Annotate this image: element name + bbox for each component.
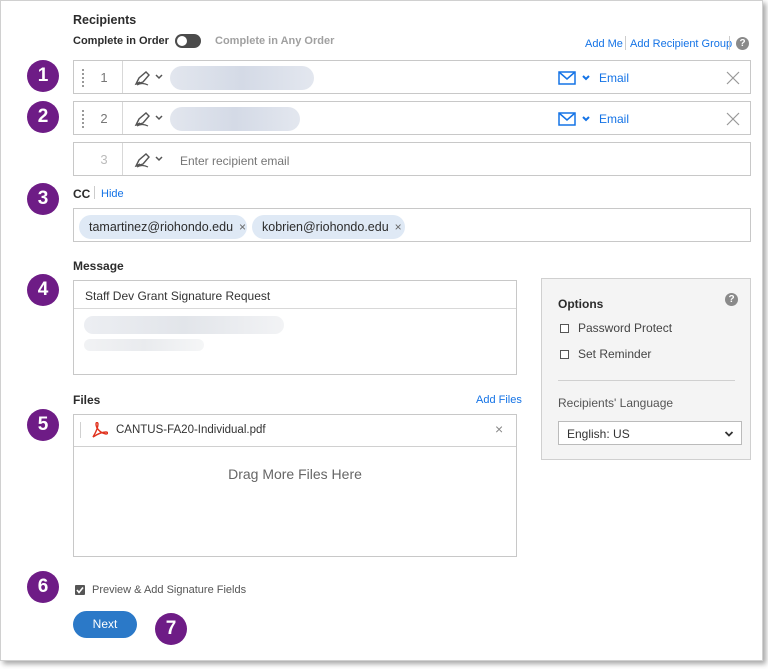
chevron-down-icon[interactable]: [581, 114, 591, 124]
password-protect-checkbox[interactable]: [560, 324, 569, 333]
close-icon[interactable]: [726, 71, 740, 85]
remove-icon[interactable]: ×: [239, 220, 246, 234]
add-me-link[interactable]: Add Me: [585, 38, 623, 50]
pdf-icon: [92, 422, 108, 438]
complete-any-order-label[interactable]: Complete in Any Order: [215, 35, 334, 47]
files-label: Files: [73, 393, 101, 407]
recipient-email-input[interactable]: [178, 150, 582, 172]
step-badge-5: 5: [27, 409, 59, 441]
divider: [74, 446, 516, 447]
language-label: Recipients' Language: [558, 396, 674, 410]
drag-handle[interactable]: [80, 422, 81, 438]
divider: [729, 36, 730, 50]
step-badge-3: 3: [27, 183, 59, 215]
file-name[interactable]: CANTUS-FA20-Individual.pdf: [116, 424, 266, 436]
preview-label[interactable]: Preview & Add Signature Fields: [92, 584, 246, 596]
chevron-down-icon[interactable]: [154, 113, 164, 123]
recipient-email-redacted[interactable]: [170, 66, 314, 90]
cc-label: CC: [73, 187, 91, 201]
agreement-panel: Recipients Complete in Order Complete in…: [0, 0, 763, 661]
recipient-number: 3: [100, 152, 108, 167]
step-badge-4: 4: [27, 274, 59, 306]
chevron-down-icon[interactable]: [581, 73, 591, 83]
message-label: Message: [73, 259, 124, 273]
language-select[interactable]: English: US: [558, 421, 742, 445]
recipient-email-redacted[interactable]: [170, 107, 300, 131]
checkmark-icon: [76, 587, 84, 594]
set-reminder-label[interactable]: Set Reminder: [578, 347, 651, 361]
recipients-title: Recipients: [73, 13, 137, 27]
files-box: CANTUS-FA20-Individual.pdf × Drag More F…: [73, 414, 517, 557]
auth-method-label[interactable]: Email: [599, 61, 629, 95]
recipient-row[interactable]: 1 Email: [73, 60, 751, 94]
signer-role-icon[interactable]: [134, 111, 152, 127]
recipient-number: 1: [100, 70, 108, 85]
add-recipient-group-link[interactable]: Add Recipient Group: [630, 38, 732, 50]
message-body-redacted[interactable]: [84, 316, 284, 334]
divider: [122, 102, 123, 134]
close-icon[interactable]: [726, 112, 740, 126]
step-badge-1: 1: [27, 60, 59, 92]
signer-role-icon[interactable]: [134, 152, 152, 168]
auth-method-label[interactable]: Email: [599, 102, 629, 136]
recipient-row[interactable]: 2 Email: [73, 101, 751, 135]
next-button[interactable]: Next: [73, 611, 137, 638]
message-box: Staff Dev Grant Signature Request: [73, 280, 517, 375]
drag-handle[interactable]: [82, 110, 86, 128]
order-toggle[interactable]: [175, 34, 201, 48]
message-subject[interactable]: Staff Dev Grant Signature Request: [85, 289, 270, 303]
cc-chip[interactable]: kobrien@riohondo.edu ×: [252, 215, 405, 239]
help-icon[interactable]: ?: [725, 293, 738, 306]
step-badge-6: 6: [27, 571, 59, 603]
step-badge-7: 7: [155, 613, 187, 645]
options-title: Options: [558, 297, 604, 311]
divider: [94, 186, 95, 199]
email-icon[interactable]: [558, 71, 576, 85]
add-files-link[interactable]: Add Files: [476, 394, 522, 406]
divider: [558, 380, 735, 381]
drop-zone-text[interactable]: Drag More Files Here: [74, 466, 516, 482]
set-reminder-checkbox[interactable]: [560, 350, 569, 359]
hide-cc-link[interactable]: Hide: [101, 188, 124, 200]
toggle-knob: [177, 36, 187, 46]
options-panel: Options ? Password Protect Set Reminder …: [541, 278, 751, 460]
divider: [625, 36, 626, 50]
drag-handle[interactable]: [82, 69, 86, 87]
signer-role-icon[interactable]: [134, 70, 152, 86]
divider: [122, 143, 123, 175]
step-badge-2: 2: [27, 101, 59, 133]
remove-icon[interactable]: ×: [395, 220, 402, 234]
language-value: English: US: [567, 427, 630, 441]
cc-email: kobrien@riohondo.edu: [262, 220, 389, 234]
complete-in-order-label: Complete in Order: [73, 35, 169, 47]
divider: [122, 61, 123, 93]
message-body-redacted[interactable]: [84, 339, 204, 351]
preview-checkbox[interactable]: [75, 585, 85, 595]
divider: [74, 308, 516, 309]
password-protect-label[interactable]: Password Protect: [578, 321, 672, 335]
chevron-down-icon: [724, 431, 734, 437]
recipient-row[interactable]: 3: [73, 142, 751, 176]
chevron-down-icon[interactable]: [154, 154, 164, 164]
chevron-down-icon[interactable]: [154, 72, 164, 82]
remove-file-icon[interactable]: ×: [495, 421, 503, 437]
cc-email: tamartinez@riohondo.edu: [89, 220, 234, 234]
help-icon[interactable]: ?: [736, 37, 749, 50]
email-icon[interactable]: [558, 112, 576, 126]
recipient-number: 2: [100, 111, 108, 126]
cc-field[interactable]: tamartinez@riohondo.edu × kobrien@riohond…: [73, 208, 751, 242]
cc-chip[interactable]: tamartinez@riohondo.edu ×: [79, 215, 247, 239]
